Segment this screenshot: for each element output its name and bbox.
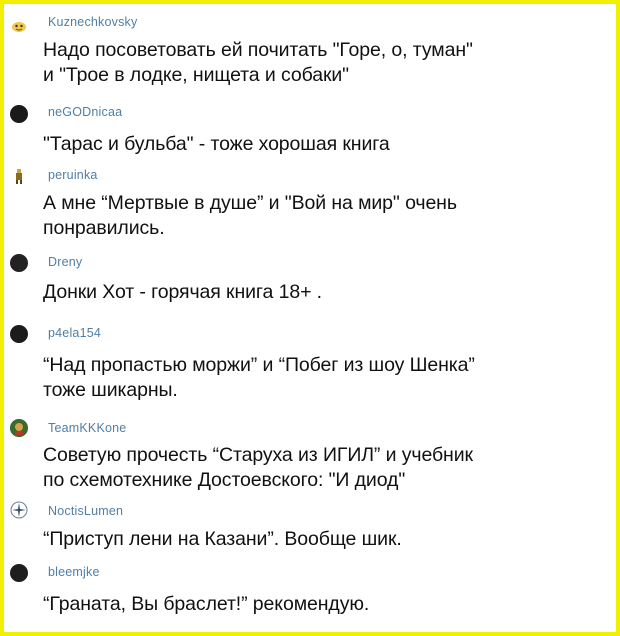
star-avatar-icon bbox=[10, 501, 28, 519]
comment-text: А мне “Мертвые в душе” и "Вой на мир" оч… bbox=[43, 192, 457, 239]
username[interactable]: Kuznechkovsky bbox=[48, 15, 137, 29]
user-avatar[interactable] bbox=[10, 419, 28, 437]
comment-thread: Kuznechkovsky Надо посоветовать ей почит… bbox=[4, 4, 616, 632]
username[interactable]: TeamKKKone bbox=[48, 421, 126, 435]
username[interactable]: p4ela154 bbox=[48, 326, 101, 340]
username[interactable]: peruinka bbox=[48, 168, 98, 182]
user-avatar[interactable] bbox=[10, 16, 28, 34]
comment-text: "Тарас и бульба" - тоже хорошая книга bbox=[43, 133, 390, 155]
user-avatar[interactable] bbox=[10, 501, 28, 519]
user-avatar[interactable] bbox=[10, 325, 28, 343]
username[interactable]: Dreny bbox=[48, 255, 82, 269]
user-avatar[interactable] bbox=[10, 564, 28, 582]
username[interactable]: bleemjke bbox=[48, 565, 100, 579]
user-avatar[interactable] bbox=[10, 254, 28, 272]
comment-text: Советую прочесть “Старуха из ИГИЛ” и уче… bbox=[43, 444, 473, 491]
comment-text: “Приступ лени на Казани”. Вообще шик. bbox=[43, 528, 402, 550]
user-avatar[interactable] bbox=[10, 105, 28, 123]
user-avatar[interactable] bbox=[10, 167, 28, 185]
character-avatar-icon bbox=[10, 419, 28, 437]
username[interactable]: neGODnicaa bbox=[48, 105, 122, 119]
username[interactable]: NoctisLumen bbox=[48, 504, 123, 518]
comment-text: Надо посоветовать ей почитать "Горе, о, … bbox=[43, 39, 473, 86]
cartoon-avatar-icon bbox=[12, 22, 26, 32]
comment-text: “Граната, Вы браслет!” рекомендую. bbox=[43, 593, 370, 615]
figure-avatar-icon bbox=[16, 169, 22, 184]
comment-text: “Над пропастью моржи” и “Побег из шоу Ше… bbox=[43, 354, 475, 401]
comment-text: Донки Хот - горячая книга 18+ . bbox=[43, 281, 322, 303]
